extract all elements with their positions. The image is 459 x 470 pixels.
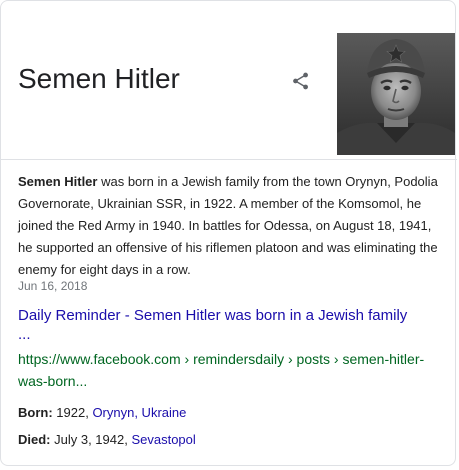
share-icon bbox=[293, 72, 308, 90]
entity-title: Semen Hitler bbox=[18, 63, 180, 94]
source-url[interactable]: https://www.facebook.com › remindersdail… bbox=[18, 348, 448, 392]
portrait-image bbox=[337, 33, 455, 155]
description-subject: Semen Hitler bbox=[18, 174, 98, 189]
died-date: July 3, 1942, bbox=[50, 432, 132, 447]
fact-died: Died: July 3, 1942, Sevastopol bbox=[18, 431, 196, 449]
entity-photo[interactable] bbox=[337, 33, 455, 155]
divider bbox=[1, 159, 457, 160]
died-place-link[interactable]: Sevastopol bbox=[131, 432, 195, 447]
born-place-link[interactable]: Orynyn, Ukraine bbox=[92, 405, 186, 420]
description-text: was born in a Jewish family from the tow… bbox=[18, 174, 438, 277]
share-button[interactable] bbox=[290, 70, 312, 92]
born-year: 1922, bbox=[52, 405, 93, 420]
born-label: Born: bbox=[18, 405, 53, 420]
description-date: Jun 16, 2018 bbox=[18, 279, 88, 293]
source-link-title[interactable]: Daily Reminder - Semen Hitler was born i… bbox=[18, 305, 448, 327]
died-label: Died: bbox=[18, 432, 51, 447]
knowledge-panel: Semen Hitler Semen Hitler was born in a … bbox=[0, 0, 457, 466]
source-title-ellipsis[interactable]: ... bbox=[18, 327, 31, 343]
fact-born: Born: 1922, Orynyn, Ukraine bbox=[18, 404, 186, 422]
entity-description: Semen Hitler was born in a Jewish family… bbox=[18, 171, 438, 281]
